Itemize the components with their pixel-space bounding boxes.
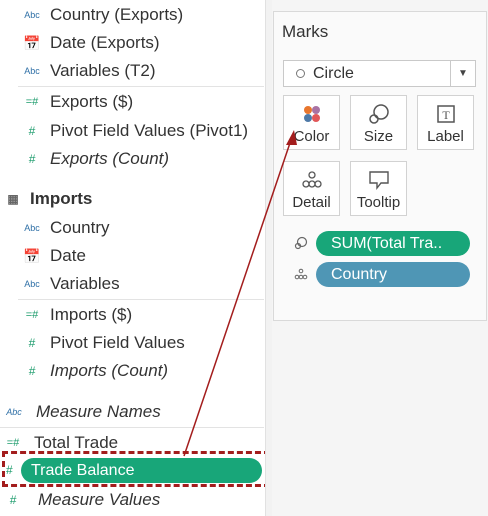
drag-arrow-annotation xyxy=(183,130,297,457)
